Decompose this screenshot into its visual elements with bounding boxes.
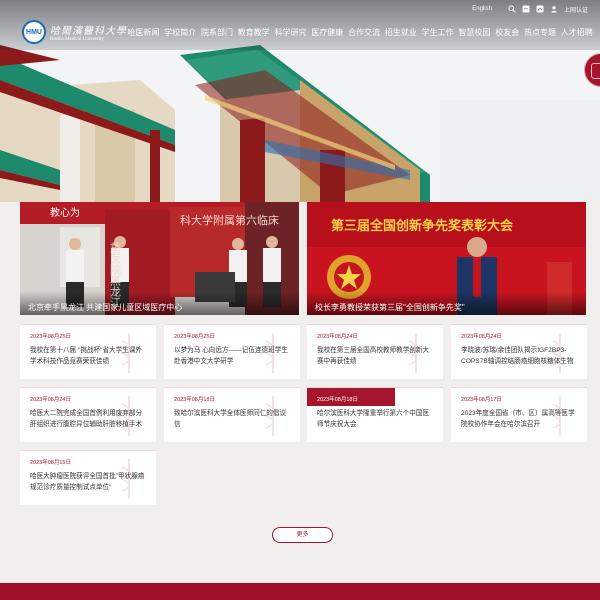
university-logo[interactable]: HMU 哈爾濱醫科大學 Harbin Medical University bbox=[22, 20, 127, 44]
feature-2-caption[interactable]: 校长李勇教授荣获第三届"全国创新争先奖" bbox=[307, 291, 586, 315]
news-title[interactable]: 李晓波/苏瑞/余佳团队揭示IGF2BP3-COPS7B轴调控结肠癌细胞核糖体生物 bbox=[461, 345, 579, 367]
nav-item-cooperation[interactable]: 合作交流 bbox=[346, 27, 383, 38]
feature-card-1[interactable]: 重医院黑龙江 科大学附属第六临床 教心 为 北京牵手黑龙江 共建国家儿童区域医疗… bbox=[20, 202, 299, 315]
news-card[interactable]: 2023年08月15日 哈医大肿瘤医院获评全国首批"甲状腺癌规范诊疗质量控制试点… bbox=[20, 450, 156, 505]
nav-item-health[interactable]: 医疗健康 bbox=[309, 27, 346, 38]
nav-item-admissions[interactable]: 招生就业 bbox=[382, 27, 419, 38]
news-date: 2023年08月24日 bbox=[317, 334, 358, 340]
news-card-hovered[interactable]: 2023年08月18日 哈尔滨医科大学隆重举行第六个中国医师节庆祝大会 bbox=[307, 387, 443, 442]
news-date: 2023年08月24日 bbox=[461, 334, 502, 340]
nav-item-student-affairs[interactable]: 学生工作 bbox=[419, 27, 456, 38]
news-title[interactable]: 哈医大肿瘤医院获评全国首批"甲状腺癌规范诊疗质量控制试点单位" bbox=[30, 471, 148, 493]
logo-chinese-name: 哈爾濱醫科大學 bbox=[50, 26, 127, 37]
news-card[interactable]: 2023年08月24日 李晓波/苏瑞/余佳团队揭示IGF2BP3-COPS7B轴… bbox=[451, 324, 587, 379]
news-date: 2023年08月25日 bbox=[174, 334, 215, 340]
news-date: 2023年08月15日 bbox=[30, 460, 71, 466]
english-link[interactable]: English bbox=[472, 6, 492, 12]
nav-item-departments[interactable]: 院系部门 bbox=[199, 27, 236, 38]
footer-bar bbox=[0, 583, 600, 600]
news-date: 2023年08月25日 bbox=[30, 334, 71, 340]
news-card[interactable]: 2023年08月25日 以梦为马 心向远方——记伍连德班学生赴香港中文大学研学 bbox=[164, 324, 300, 379]
news-title[interactable]: 哈医大二院完成全国首例利用废弃部分肝组织进行腹腔异位辅助肝脏移植手术 bbox=[30, 408, 148, 430]
wechat-icon[interactable] bbox=[522, 5, 530, 13]
news-date: 2023年08月24日 bbox=[30, 397, 71, 403]
news-card[interactable]: 2023年08月25日 我校在第十八届 "挑战杯"省大学生课外学术科技作品竞赛荣… bbox=[20, 324, 156, 379]
news-title[interactable]: 2023年度全国省（市、区）属高等医学院校协作年会在哈尔滨召开 bbox=[461, 408, 579, 430]
news-card[interactable]: 2023年08月24日 我校在第三届全国高校教师教学创新大赛中再获佳绩 bbox=[307, 324, 443, 379]
feature-1-caption[interactable]: 北京牵手黑龙江 共建国家儿童区域医疗中心 bbox=[20, 291, 299, 315]
login-link[interactable]: 上网认证 bbox=[564, 5, 588, 14]
nav-item-about[interactable]: 学校简介 bbox=[162, 27, 199, 38]
news-date: 2023年08月18日 bbox=[174, 397, 215, 403]
nav-item-news[interactable]: 哈医新闻 bbox=[125, 27, 162, 38]
hero-sign-text: 教心 bbox=[50, 206, 70, 219]
search-icon[interactable] bbox=[508, 5, 516, 13]
news-title[interactable]: 我校在第十八届 "挑战杯"省大学生课外学术科技作品竞赛荣获佳绩 bbox=[30, 345, 148, 367]
nav-item-alumni[interactable]: 校友会 bbox=[493, 27, 522, 38]
news-title[interactable]: 我校在第三届全国高校教师教学创新大赛中再获佳绩 bbox=[317, 345, 435, 367]
feature-1-banner-text-2: 科大学附属第六临床 bbox=[180, 213, 279, 227]
news-title[interactable]: 以梦为马 心向远方——记伍连德班学生赴香港中文大学研学 bbox=[174, 345, 292, 367]
news-date: 2023年08月17日 bbox=[461, 397, 502, 403]
feature-card-2[interactable]: 第三届全国创新争先奖表彰大会 校长李勇教授荣获第三届"全国创新争先奖" bbox=[307, 202, 586, 315]
user-icon[interactable] bbox=[550, 5, 558, 13]
news-title[interactable]: 哈尔滨医科大学隆重举行第六个中国医师节庆祝大会 bbox=[317, 408, 435, 430]
university-seal-icon: HMU bbox=[22, 20, 46, 44]
hero-sign-text-2: 为 bbox=[70, 207, 80, 219]
news-date: 2023年08月18日 bbox=[317, 397, 358, 403]
nav-item-education[interactable]: 教育教学 bbox=[235, 27, 272, 38]
nav-item-recruitment[interactable]: 人才招聘 bbox=[558, 27, 595, 38]
news-title[interactable]: 致哈尔滨医科大学全体医师同仁的倡议信 bbox=[174, 408, 292, 430]
nav-item-topics[interactable]: 热点专题 bbox=[522, 27, 559, 38]
main-nav: 哈医新闻 学校简介 院系部门 教育教学 科学研究 医疗健康 合作交流 招生就业 … bbox=[125, 27, 595, 38]
nav-item-research[interactable]: 科学研究 bbox=[272, 27, 309, 38]
feature-2-banner-text: 第三届全国创新争先奖表彰大会 bbox=[331, 218, 514, 234]
more-button[interactable]: 更多 bbox=[272, 527, 333, 543]
logo-english-name: Harbin Medical University bbox=[50, 37, 104, 42]
nav-item-smart-campus[interactable]: 智慧校园 bbox=[456, 27, 493, 38]
news-card[interactable]: 2023年08月17日 2023年度全国省（市、区）属高等医学院校协作年会在哈尔… bbox=[451, 387, 587, 442]
utility-bar: English 上网认证 bbox=[472, 4, 588, 14]
weibo-icon[interactable] bbox=[536, 5, 544, 13]
news-card[interactable]: 2023年08月24日 哈医大二院完成全国首例利用废弃部分肝组织进行腹腔异位辅助… bbox=[20, 387, 156, 442]
news-card[interactable]: 2023年08月18日 致哈尔滨医科大学全体医师同仁的倡议信 bbox=[164, 387, 300, 442]
